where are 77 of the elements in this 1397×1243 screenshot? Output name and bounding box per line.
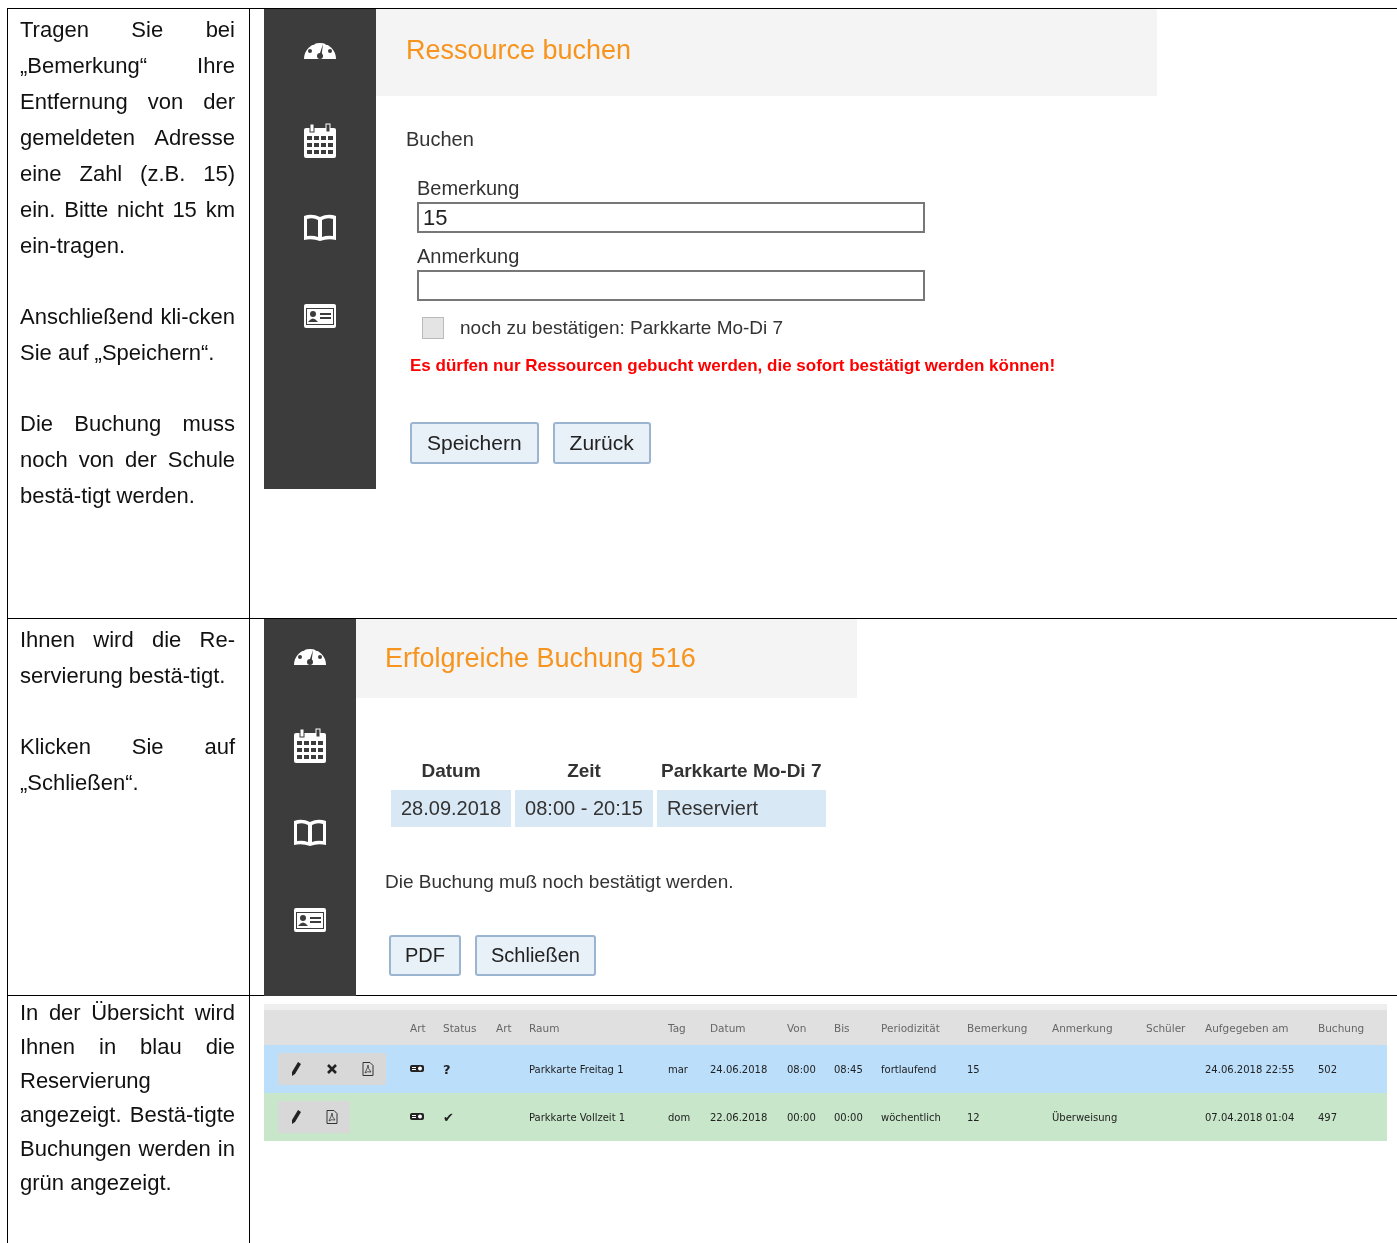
column-header: Aufgegeben am (1205, 1010, 1318, 1045)
column-header: Buchung (1318, 1010, 1387, 1045)
table-cell: dom (668, 1111, 691, 1123)
table-cell: 502 (1318, 1063, 1338, 1075)
section-heading: Buchen (406, 128, 474, 151)
column-header: Art (410, 1010, 443, 1045)
column-header: Von (787, 1010, 834, 1045)
table-cell: fortlaufend (881, 1063, 937, 1075)
table-cell: 00:00 (834, 1111, 863, 1123)
table-cell: mar (668, 1063, 688, 1075)
column-header: Tag (668, 1010, 710, 1045)
table-cell: 08:00 (787, 1063, 816, 1075)
field-label: Anmerkung (417, 245, 520, 268)
status-message: Die Buchung muß noch bestätigt werden. (385, 871, 734, 893)
column-header: Status (443, 1010, 496, 1045)
id-card-icon[interactable] (303, 303, 337, 329)
table-cell: 497 (1318, 1111, 1338, 1123)
pdf-file-icon (362, 1062, 374, 1076)
status-symbol: ✔ (443, 1109, 454, 1125)
column-header: Periodizität (881, 1010, 967, 1045)
booking-row[interactable]: ? Parkkarte Freitag 1 mar 24.06.2018 08:00 08:45 fortlaufend 15 24.06.2018 22:55 502 (264, 1045, 1387, 1093)
column-header: Art (496, 1010, 529, 1045)
table-cell: 24.06.2018 (710, 1063, 768, 1075)
id-card-icon[interactable] (293, 906, 327, 933)
warning-message: Es dürfen nur Ressourcen gebucht werden, die sofort bestätigt werden können! (410, 356, 1056, 376)
instruction-text: Die Buchung muss noch von der Schule bestä-tigt werden. (20, 410, 235, 510)
table-cell: 00:00 (787, 1111, 816, 1123)
instruction-text: Klicken Sie auf „Schließen“. (20, 733, 235, 797)
table-cell: wöchentlich (881, 1111, 941, 1123)
table-cell: 15 (967, 1063, 980, 1075)
pencil-icon (291, 1110, 301, 1124)
column-header: Datum (710, 1010, 787, 1045)
page-title: Erfolgreiche Buchung 516 (356, 619, 857, 698)
table-cell: 07.04.2018 01:04 (1205, 1111, 1295, 1123)
calendar-icon[interactable] (293, 728, 327, 765)
table-cell: 08:45 (834, 1063, 863, 1075)
table-cell: 28.09.2018 (391, 790, 512, 827)
column-header: Parkkarte Mo-Di 7 (660, 760, 823, 783)
book-icon[interactable] (303, 213, 337, 243)
table-cell: Parkkarte Vollzeit 1 (529, 1111, 626, 1123)
instruction-text: In der Übersicht wird Ihnen in blau die Reservierung angezeigt. Bestä-tigte Buchungen werden in grün angezeigt. (20, 999, 235, 1197)
table-cell: 24.06.2018 22:55 (1205, 1063, 1295, 1075)
projector-icon (410, 1111, 424, 1121)
pdf-file-icon (326, 1110, 338, 1124)
column-header: Schüler (1146, 1010, 1205, 1045)
column-header: Bis (834, 1010, 881, 1045)
status-symbol: ? (443, 1061, 451, 1077)
text-field[interactable]: 15 (417, 202, 925, 233)
pencil-icon (291, 1062, 301, 1076)
form-button[interactable]: Speichern (410, 422, 539, 464)
column-header: Datum (420, 760, 482, 783)
table-cell: Parkkarte Freitag 1 (529, 1063, 624, 1075)
dialog-button[interactable]: Schließen (475, 935, 596, 976)
instruction-text: Tragen Sie bei „Bemerkung“ Ihre Entfernung von der gemeldeten Adresse eine Zahl (z.B. 15) ein. Bitte nicht 15 km ein-tragen. (20, 16, 235, 260)
booking-row[interactable]: ✔ Parkkarte Vollzeit 1 dom 22.06.2018 00:00 00:00 wöchentlich 12 Überweisung 07.04.2018 01:04 497 (264, 1093, 1387, 1141)
calendar-icon[interactable] (303, 123, 337, 159)
checkbox[interactable] (422, 317, 444, 339)
book-icon[interactable] (293, 817, 327, 848)
checkbox-label: noch zu bestätigen: Parkkarte Mo-Di 7 (460, 317, 784, 339)
column-header: Raum (529, 1010, 668, 1045)
table-cell: 08:00 - 20:15 (515, 790, 653, 827)
x-icon (327, 1064, 337, 1074)
field-label: Bemerkung (417, 177, 520, 200)
dialog-button[interactable]: PDF (389, 935, 461, 976)
column-header: Zeit (566, 760, 602, 783)
page-title: Ressource buchen (376, 9, 1157, 96)
table-cell: Reserviert (657, 790, 826, 827)
table-cell: 12 (967, 1111, 980, 1123)
projector-icon (410, 1063, 424, 1073)
instruction-text: Anschließend kli-cken Sie auf „Speichern“. (20, 303, 235, 367)
column-header: Anmerkung (1052, 1010, 1146, 1045)
column-header: Bemerkung (967, 1010, 1052, 1045)
table-cell: Überweisung (1052, 1111, 1118, 1123)
instruction-text: Ihnen wird die Re-servierung bestä-tigt. (20, 626, 235, 690)
form-button[interactable]: Zurück (552, 422, 651, 464)
text-field[interactable] (417, 270, 925, 301)
table-cell: 22.06.2018 (710, 1111, 768, 1123)
